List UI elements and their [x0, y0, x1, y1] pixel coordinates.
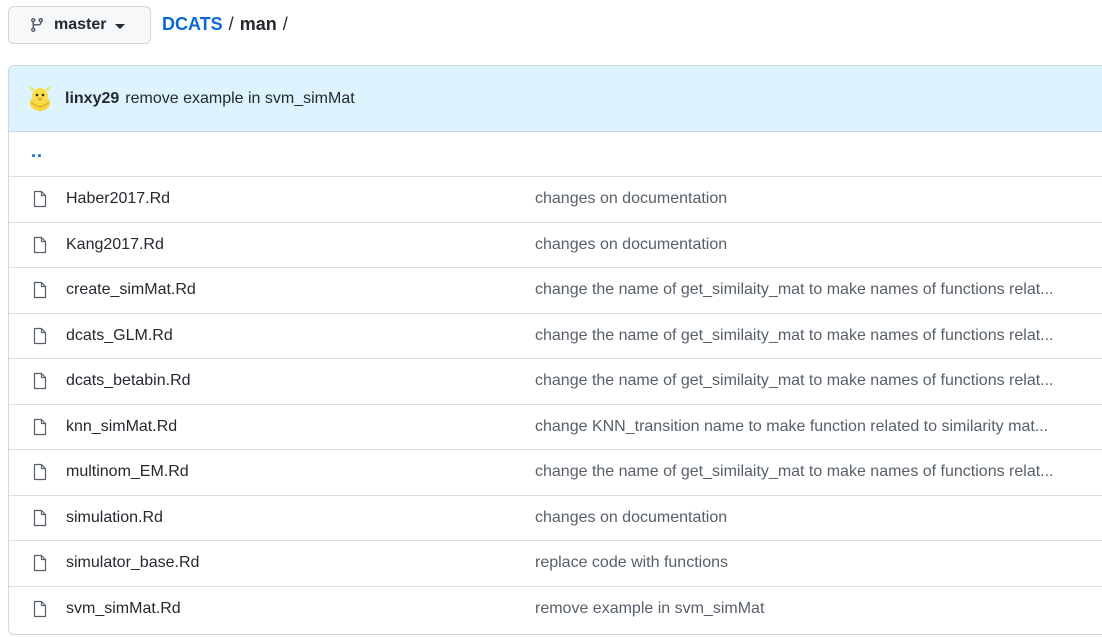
file-row[interactable]: multinom_EM.Rd change the name of get_sim…	[9, 450, 1102, 496]
commit-message-link[interactable]: remove example in svm_simMat	[125, 90, 354, 108]
file-row[interactable]: Haber2017.Rd changes on documentation	[9, 177, 1102, 223]
file-commit-message-link[interactable]: changes on documentation	[535, 190, 1102, 208]
file-commit-message-link[interactable]: replace code with functions	[535, 554, 1102, 572]
file-row[interactable]: create_simMat.Rd change the name of get_s…	[9, 268, 1102, 314]
file-name-link[interactable]: Haber2017.Rd	[66, 190, 170, 208]
top-bar: master DCATS / man /	[0, 0, 1102, 52]
file-name-link[interactable]: create_simMat.Rd	[66, 281, 196, 299]
file-commit-message-link[interactable]: change the name of get_similaity_mat to …	[535, 463, 1102, 481]
breadcrumb-current-dir: man	[239, 14, 277, 34]
branch-name: master	[54, 16, 107, 33]
file-icon	[32, 600, 48, 618]
file-commit-message-link[interactable]: change the name of get_similaity_mat to …	[535, 327, 1102, 345]
file-icon	[32, 327, 48, 345]
file-name-link[interactable]: simulator_base.Rd	[66, 554, 199, 572]
file-row[interactable]: Kang2017.Rd changes on documentation	[9, 223, 1102, 268]
file-name-link[interactable]: svm_simMat.Rd	[66, 600, 181, 618]
file-commit-message-link[interactable]: remove example in svm_simMat	[535, 600, 1102, 618]
file-icon	[32, 509, 48, 527]
file-row[interactable]: simulator_base.Rd replace code with funct…	[9, 541, 1102, 587]
file-row[interactable]: dcats_betabin.Rd change the name of get_s…	[9, 359, 1102, 405]
file-commit-message-link[interactable]: changes on documentation	[535, 509, 1102, 527]
file-icon	[32, 554, 48, 572]
breadcrumb-separator: /	[282, 14, 288, 34]
parent-dir-row[interactable]: ..	[9, 132, 1102, 177]
file-icon	[32, 190, 48, 208]
file-row[interactable]: dcats_GLM.Rd change the name of get_simil…	[9, 314, 1102, 359]
file-name-link[interactable]: knn_simMat.Rd	[66, 418, 177, 436]
file-commit-message-link[interactable]: change the name of get_similaity_mat to …	[535, 281, 1102, 299]
file-commit-message-link[interactable]: changes on documentation	[535, 236, 1102, 254]
file-list-box: linxy29 remove example in svm_simMat .. …	[8, 65, 1102, 635]
file-commit-message-link[interactable]: change KNN_transition name to make funct…	[535, 418, 1102, 436]
file-icon	[32, 281, 48, 299]
caret-down-icon	[115, 23, 126, 29]
latest-commit-bar: linxy29 remove example in svm_simMat	[9, 66, 1102, 132]
commit-author-link[interactable]: linxy29	[65, 90, 119, 108]
breadcrumb-repo-link[interactable]: DCATS	[162, 14, 223, 35]
file-name-link[interactable]: simulation.Rd	[66, 509, 163, 527]
breadcrumb-separator: /	[228, 14, 234, 34]
file-icon	[32, 463, 48, 481]
file-name-link[interactable]: multinom_EM.Rd	[66, 463, 189, 481]
file-icon	[32, 372, 48, 390]
avatar-icon[interactable]	[26, 85, 54, 113]
file-row[interactable]: knn_simMat.Rd change KNN_transition name …	[9, 405, 1102, 450]
branch-select-button[interactable]: master	[8, 6, 151, 44]
file-row[interactable]: svm_simMat.Rd remove example in svm_simMa…	[9, 587, 1102, 633]
file-name-link[interactable]: dcats_GLM.Rd	[66, 327, 173, 345]
parent-dir-link[interactable]: ..	[31, 141, 43, 162]
file-icon	[32, 418, 48, 436]
file-name-link[interactable]: dcats_betabin.Rd	[66, 372, 191, 390]
git-branch-icon	[29, 17, 45, 33]
file-icon	[32, 236, 48, 254]
breadcrumb: DCATS / man /	[162, 14, 294, 35]
file-commit-message-link[interactable]: change the name of get_similaity_mat to …	[535, 372, 1102, 390]
file-row[interactable]: simulation.Rd changes on documentation	[9, 496, 1102, 541]
file-name-link[interactable]: Kang2017.Rd	[66, 236, 164, 254]
